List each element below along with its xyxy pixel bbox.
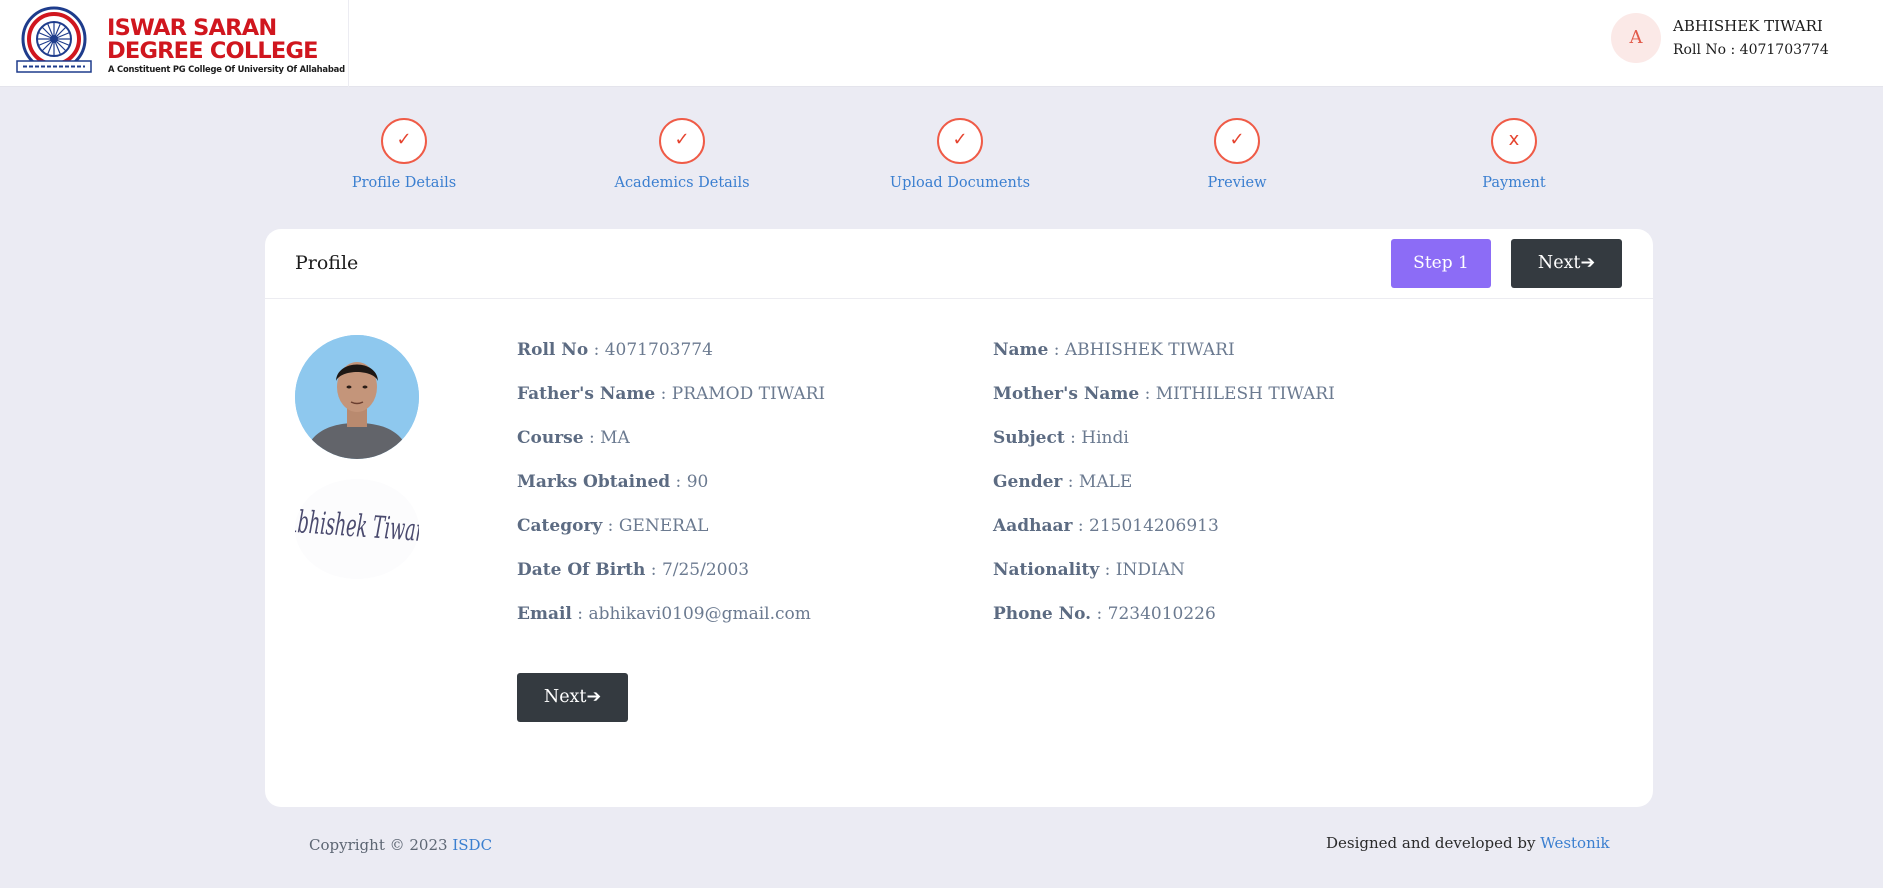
step-label: Upload Documents xyxy=(889,175,1031,191)
field-value: abhikavi0109@gmail.com xyxy=(588,604,811,624)
field-key: Course xyxy=(517,428,584,448)
step-1-button[interactable]: Step 1 xyxy=(1391,239,1491,288)
college-name-line2: DEGREE COLLEGE xyxy=(107,38,319,64)
field-value: INDIAN xyxy=(1115,560,1185,580)
step-check-icon: ✓ xyxy=(1214,118,1260,164)
signature-text: Abhishek Tiwari xyxy=(295,503,419,549)
field-value: 90 xyxy=(686,472,709,492)
field-roll-no: Roll No : 4071703774 xyxy=(517,340,713,360)
next-label: Next xyxy=(543,687,587,707)
field-aadhaar: Aadhaar : 215014206913 xyxy=(993,516,1219,536)
college-seal-icon xyxy=(16,6,92,73)
step-label: Profile Details xyxy=(351,175,457,191)
step-label: Academics Details xyxy=(614,175,750,191)
next-button-top[interactable]: Next➔ xyxy=(1511,239,1622,288)
college-subtitle: A Constituent PG College Of University O… xyxy=(108,64,345,74)
field-value: MITHILESH TIWARI xyxy=(1155,384,1335,404)
field-key: Name xyxy=(993,340,1049,360)
signature-drawing: Abhishek Tiwari xyxy=(282,503,430,549)
step-label: Preview xyxy=(1207,175,1267,191)
step-upload-documents[interactable]: ✓ Upload Documents xyxy=(860,118,1060,191)
arrow-right-icon: ➔ xyxy=(586,687,602,707)
field-value: GENERAL xyxy=(618,516,709,536)
step-check-icon: ✓ xyxy=(381,118,427,164)
field-key: Father's Name xyxy=(517,384,656,404)
college-name-line1: ISWAR SARAN xyxy=(107,15,277,41)
step-label: Payment xyxy=(1482,175,1546,191)
signature-image: Abhishek Tiwari xyxy=(282,479,431,579)
isdc-link[interactable]: ISDC xyxy=(452,836,492,854)
copyright-text: Copyright © 2023 xyxy=(309,836,448,854)
field-value: ABHISHEK TIWARI xyxy=(1064,340,1235,360)
field-value: 215014206913 xyxy=(1089,516,1219,536)
top-header: ISWAR SARAN DEGREE COLLEGE A Constituent… xyxy=(0,0,1883,87)
field-key: Marks Obtained xyxy=(517,472,671,492)
step-academics-details[interactable]: ✓ Academics Details xyxy=(582,118,782,191)
card-header: Profile Step 1 Next➔ xyxy=(265,229,1653,299)
field-key: Aadhaar xyxy=(993,516,1073,536)
footer-credits: Designed and developed by Westonik xyxy=(1326,834,1610,852)
field-nationality: Nationality : INDIAN xyxy=(993,560,1185,580)
field-key: Date Of Birth xyxy=(517,560,646,580)
profile-card: Profile Step 1 Next➔ Abhishek Tiwari Rol… xyxy=(265,229,1653,807)
field-key: Email xyxy=(517,604,572,624)
field-gender: Gender : MALE xyxy=(993,472,1133,492)
field-key: Gender xyxy=(993,472,1063,492)
field-subject: Subject : Hindi xyxy=(993,428,1129,448)
field-key: Category xyxy=(517,516,603,536)
college-name: ISWAR SARAN DEGREE COLLEGE xyxy=(107,15,319,64)
step-check-icon: ✓ xyxy=(659,118,705,164)
next-button-bottom[interactable]: Next➔ xyxy=(517,673,628,722)
field-value: MALE xyxy=(1078,472,1133,492)
step-preview[interactable]: ✓ Preview xyxy=(1137,118,1337,191)
field-value: MA xyxy=(600,428,630,448)
designed-by-text: Designed and developed by xyxy=(1326,834,1536,852)
profile-photo-image xyxy=(295,335,419,459)
arrow-right-icon: ➔ xyxy=(1580,253,1596,273)
field-course: Course : MA xyxy=(517,428,630,448)
college-logo[interactable]: ISWAR SARAN DEGREE COLLEGE A Constituent… xyxy=(0,0,349,87)
field-key: Roll No xyxy=(517,340,589,360)
step-cross-icon: x xyxy=(1491,118,1537,164)
field-key: Subject xyxy=(993,428,1065,448)
user-avatar[interactable]: A xyxy=(1611,13,1661,63)
field-key: Nationality xyxy=(993,560,1100,580)
card-title: Profile xyxy=(295,252,359,274)
field-phone-no: Phone No. : 7234010226 xyxy=(993,604,1216,624)
field-value: Hindi xyxy=(1081,428,1129,448)
user-name: ABHISHEK TIWARI xyxy=(1673,17,1823,35)
field-value: 7234010226 xyxy=(1107,604,1216,624)
step-profile-details[interactable]: ✓ Profile Details xyxy=(304,118,504,191)
field-name: Name : ABHISHEK TIWARI xyxy=(993,340,1235,360)
profile-photo xyxy=(295,335,419,459)
field-value: 4071703774 xyxy=(604,340,713,360)
field-category: Category : GENERAL xyxy=(517,516,709,536)
step-check-icon: ✓ xyxy=(937,118,983,164)
footer-copyright: Copyright © 2023 ISDC xyxy=(309,836,492,854)
westonik-link[interactable]: Westonik xyxy=(1540,834,1609,852)
next-label: Next xyxy=(1537,253,1581,273)
step-payment[interactable]: x Payment xyxy=(1414,118,1614,191)
field-mothers-name: Mother's Name : MITHILESH TIWARI xyxy=(993,384,1335,404)
field-key: Phone No. xyxy=(993,604,1092,624)
user-roll-number: Roll No : 4071703774 xyxy=(1673,42,1829,58)
field-date-of-birth: Date Of Birth : 7/25/2003 xyxy=(517,560,750,580)
field-value: PRAMOD TIWARI xyxy=(671,384,826,404)
field-key: Mother's Name xyxy=(993,384,1140,404)
field-marks-obtained: Marks Obtained : 90 xyxy=(517,472,709,492)
field-fathers-name: Father's Name : PRAMOD TIWARI xyxy=(517,384,826,404)
field-value: 7/25/2003 xyxy=(661,560,750,580)
field-email: Email : abhikavi0109@gmail.com xyxy=(517,604,811,624)
